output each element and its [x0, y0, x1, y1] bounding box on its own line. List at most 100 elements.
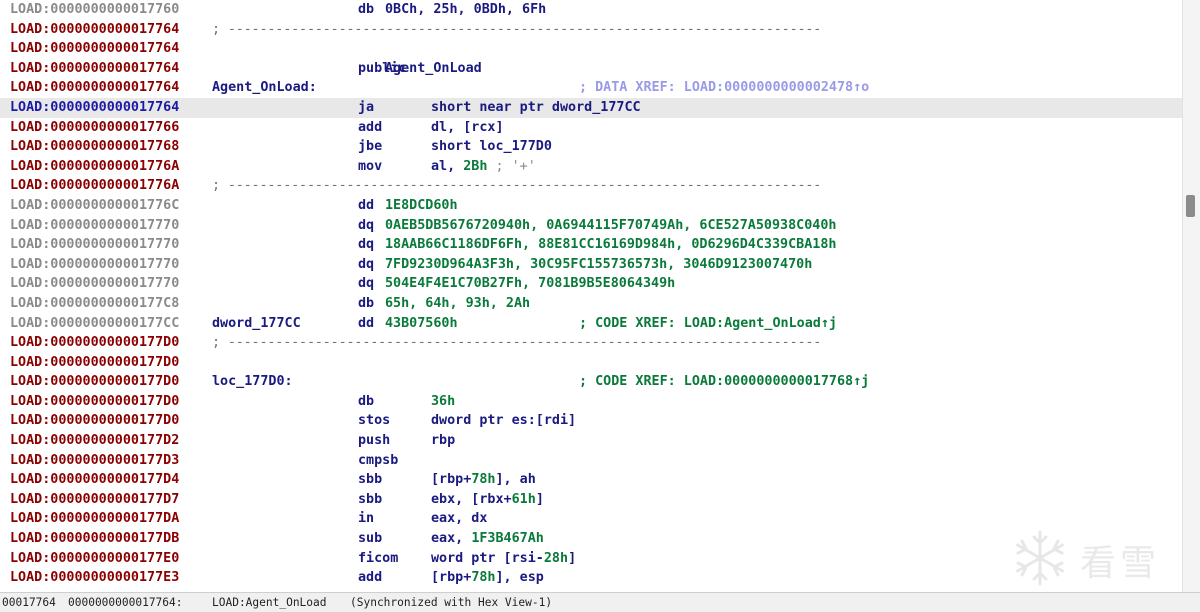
row-address[interactable]: LOAD:00000000000177CC: [10, 314, 179, 334]
listing-row[interactable]: LOAD:00000000000177E0 ficom word ptr [rsi-…: [0, 549, 1182, 569]
row-address[interactable]: LOAD:0000000000017760: [10, 0, 179, 20]
instruction-mnemonic[interactable]: add: [358, 568, 382, 588]
operand-number[interactable]: 1F3B467Ah: [471, 531, 544, 546]
row-address[interactable]: LOAD:00000000000177DB: [10, 529, 179, 549]
row-address[interactable]: LOAD:00000000000177C8: [10, 294, 179, 314]
instruction-operands[interactable]: short near ptr dword_177CC: [431, 98, 641, 118]
listing-row[interactable]: LOAD:0000000000017764 Agent_OnLoad: ; DATA…: [0, 78, 1182, 98]
listing-row[interactable]: LOAD:00000000000177D4 sbb [rbp+78h], ah: [0, 470, 1182, 490]
row-address[interactable]: LOAD:00000000000177D0: [10, 353, 179, 373]
data-values[interactable]: 43B07560h: [385, 314, 458, 334]
row-address[interactable]: LOAD:0000000000017770: [10, 216, 179, 236]
instruction-operands[interactable]: eax, 1F3B467Ah: [431, 529, 544, 549]
listing-row[interactable]: LOAD:0000000000017764: [0, 39, 1182, 59]
row-address[interactable]: LOAD:0000000000017768: [10, 137, 179, 157]
listing-row[interactable]: LOAD:0000000000017768 jbe short loc_177D0: [0, 137, 1182, 157]
operand-number[interactable]: 2Bh: [463, 159, 487, 174]
data-xref-comment[interactable]: ; DATA XREF: LOAD:0000000000002478↑o: [579, 78, 869, 98]
instruction-mnemonic[interactable]: in: [358, 509, 374, 529]
listing-row[interactable]: LOAD:00000000000177D0 db 36h: [0, 392, 1182, 412]
operand-number[interactable]: 61h: [512, 492, 536, 507]
operand-text[interactable]: ebx, [rbx+: [431, 492, 512, 507]
listing-row[interactable]: LOAD:0000000000017770 dq 0AEB5DB5676720940…: [0, 216, 1182, 236]
instruction-mnemonic[interactable]: sbb: [358, 470, 382, 490]
row-address[interactable]: LOAD:00000000000177D0: [10, 411, 179, 431]
listing-row[interactable]: LOAD:0000000000017770 dq 504E4F4E1C70B27Fh…: [0, 274, 1182, 294]
listing-row[interactable]: LOAD:00000000000177D0 stos dword ptr es:[r…: [0, 411, 1182, 431]
instruction-operands[interactable]: [rbp+78h], esp: [431, 568, 544, 588]
listing-row[interactable]: LOAD:00000000000177D7 sbb ebx, [rbx+61h]: [0, 490, 1182, 510]
operand-text[interactable]: [rbp+: [431, 570, 471, 585]
scrollbar-thumb[interactable]: [1186, 195, 1195, 217]
instruction-operands[interactable]: eax, dx: [431, 509, 487, 529]
instruction-operands[interactable]: ebx, [rbx+61h]: [431, 490, 544, 510]
instruction-mnemonic[interactable]: ja: [358, 98, 374, 118]
listing-row[interactable]: LOAD:00000000000177D0: [0, 353, 1182, 373]
operand-tail[interactable]: ], ah: [496, 472, 536, 487]
instruction-mnemonic[interactable]: cmpsb: [358, 451, 398, 471]
code-xref-comment[interactable]: ; CODE XREF: LOAD:Agent_OnLoad↑j: [579, 314, 837, 334]
operand-text[interactable]: eax, dx: [431, 511, 487, 526]
operand-text[interactable]: dword ptr es:[rdi]: [431, 413, 576, 428]
listing-row[interactable]: LOAD:000000000001776C dd 1E8DCD60h: [0, 196, 1182, 216]
instruction-operands[interactable]: word ptr [rsi-28h]: [431, 549, 576, 569]
row-address[interactable]: LOAD:000000000001776C: [10, 196, 179, 216]
listing-row-selected[interactable]: LOAD:0000000000017764 ja short near ptr dw…: [0, 97, 1182, 118]
instruction-mnemonic[interactable]: dq: [358, 255, 374, 275]
row-address[interactable]: LOAD:00000000000177E3: [10, 568, 179, 588]
instruction-operands[interactable]: dl, [rcx]: [431, 118, 504, 138]
operand-text[interactable]: eax,: [431, 531, 471, 546]
listing-row[interactable]: LOAD:000000000001776A ; -----------------…: [0, 176, 1182, 196]
instruction-mnemonic[interactable]: jbe: [358, 137, 382, 157]
code-label[interactable]: loc_177D0:: [212, 372, 293, 392]
instruction-mnemonic[interactable]: sub: [358, 529, 382, 549]
instruction-mnemonic[interactable]: dq: [358, 274, 374, 294]
operand-text[interactable]: word ptr [rsi-: [431, 551, 544, 566]
data-values[interactable]: 65h, 64h, 93h, 2Ah: [385, 294, 530, 314]
listing-row[interactable]: LOAD:0000000000017764 ; -----------------…: [0, 20, 1182, 40]
row-address[interactable]: LOAD:00000000000177DA: [10, 509, 179, 529]
data-values[interactable]: 18AAB66C1186DF6Fh, 88E81CC16169D984h, 0D…: [385, 235, 836, 255]
instruction-operands[interactable]: rbp: [431, 431, 455, 451]
operand-text[interactable]: rbp: [431, 433, 455, 448]
instruction-mnemonic[interactable]: db: [358, 392, 374, 412]
operand-number[interactable]: 78h: [471, 570, 495, 585]
row-address[interactable]: LOAD:00000000000177D0: [10, 333, 179, 353]
instruction-operands[interactable]: al, 2Bh ; '+': [431, 157, 536, 177]
disassembly-listing[interactable]: LOAD:0000000000017760 db 0BCh, 25h, 0BDh, …: [0, 0, 1182, 592]
row-address[interactable]: LOAD:00000000000177D7: [10, 490, 179, 510]
row-address[interactable]: LOAD:00000000000177D0: [10, 372, 179, 392]
data-values[interactable]: 0AEB5DB5676720940h, 0A6944115F70749Ah, 6…: [385, 216, 836, 236]
row-address[interactable]: LOAD:00000000000177D4: [10, 470, 179, 490]
listing-row[interactable]: LOAD:00000000000177C8 db 65h, 64h, 93h, 2A…: [0, 294, 1182, 314]
listing-row[interactable]: LOAD:00000000000177CC dword_177CC dd 43B075…: [0, 314, 1182, 334]
instruction-mnemonic[interactable]: add: [358, 118, 382, 138]
instruction-mnemonic[interactable]: db: [358, 294, 374, 314]
instruction-operands[interactable]: Agent_OnLoad: [385, 59, 482, 79]
listing-row[interactable]: LOAD:0000000000017770 dq 7FD9230D964A3F3h,…: [0, 255, 1182, 275]
row-address[interactable]: LOAD:0000000000017766: [10, 118, 179, 138]
vertical-scrollbar[interactable]: [1182, 0, 1200, 592]
listing-row[interactable]: LOAD:00000000000177E3 add [rbp+78h], esp: [0, 568, 1182, 588]
code-label[interactable]: Agent_OnLoad:: [212, 78, 317, 98]
listing-row[interactable]: LOAD:00000000000177D2 push rbp: [0, 431, 1182, 451]
code-label[interactable]: dword_177CC: [212, 314, 301, 334]
operand-text[interactable]: al,: [431, 159, 463, 174]
data-values[interactable]: 504E4F4E1C70B27Fh, 7081B9B5E8064349h: [385, 274, 675, 294]
instruction-mnemonic[interactable]: push: [358, 431, 390, 451]
listing-row[interactable]: LOAD:00000000000177D3 cmpsb: [0, 451, 1182, 471]
listing-row[interactable]: LOAD:00000000000177DA in eax, dx: [0, 509, 1182, 529]
instruction-mnemonic[interactable]: stos: [358, 411, 390, 431]
instruction-mnemonic[interactable]: mov: [358, 157, 382, 177]
listing-row[interactable]: LOAD:0000000000017764 public Agent_OnLoad: [0, 59, 1182, 79]
instruction-mnemonic[interactable]: dq: [358, 235, 374, 255]
instruction-operands[interactable]: 0BCh, 25h, 0BDh, 6Fh: [385, 0, 546, 20]
listing-row[interactable]: LOAD:00000000000177DB sub eax, 1F3B467Ah: [0, 529, 1182, 549]
code-xref-comment[interactable]: ; CODE XREF: LOAD:0000000000017768↑j: [579, 372, 869, 392]
row-address[interactable]: LOAD:0000000000017770: [10, 274, 179, 294]
listing-row[interactable]: LOAD:00000000000177D0 loc_177D0: ; CODE XR…: [0, 372, 1182, 392]
row-address[interactable]: LOAD:0000000000017770: [10, 255, 179, 275]
row-address[interactable]: LOAD:0000000000017764: [10, 78, 179, 98]
operand-number[interactable]: 28h: [544, 551, 568, 566]
operand-tail[interactable]: ]: [536, 492, 544, 507]
